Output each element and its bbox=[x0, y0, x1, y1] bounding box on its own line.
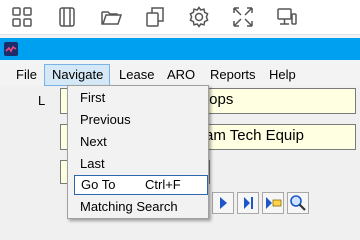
field-label: L bbox=[38, 93, 46, 108]
menu-item-first[interactable]: First bbox=[68, 88, 208, 108]
last-record-icon bbox=[244, 197, 253, 209]
menu-item-last[interactable]: Last bbox=[68, 154, 208, 174]
new-record-icon bbox=[266, 197, 282, 209]
menu-aro[interactable]: ARO bbox=[160, 64, 202, 86]
menu-item-matching-search[interactable]: Matching Search bbox=[68, 197, 208, 217]
last-record-button[interactable] bbox=[237, 192, 259, 214]
navigate-dropdown-menu: First Previous Next Last Go To Ctrl+F Ma… bbox=[67, 85, 209, 219]
gear-icon[interactable] bbox=[187, 5, 211, 29]
search-button[interactable] bbox=[287, 192, 309, 214]
devices-icon[interactable] bbox=[275, 5, 299, 29]
folder-open-icon[interactable] bbox=[99, 5, 123, 29]
top-toolbar bbox=[0, 0, 360, 35]
next-record-button[interactable] bbox=[212, 192, 234, 214]
menu-item-label: Previous bbox=[80, 112, 131, 127]
new-record-button[interactable] bbox=[262, 192, 284, 214]
search-icon bbox=[290, 195, 306, 211]
menu-item-label: First bbox=[80, 90, 106, 105]
menu-item-label: Matching Search bbox=[80, 199, 178, 214]
menu-bar: File Navigate Lease ARO Reports Help bbox=[0, 64, 360, 86]
copy-icon[interactable] bbox=[143, 5, 167, 29]
menu-item-label: Next bbox=[80, 134, 107, 149]
menu-navigate[interactable]: Navigate bbox=[44, 64, 110, 86]
menu-item-go-to[interactable]: Go To Ctrl+F bbox=[74, 175, 208, 195]
grid-icon[interactable] bbox=[10, 5, 34, 29]
window-titlebar bbox=[0, 38, 360, 60]
menu-item-previous[interactable]: Previous bbox=[68, 110, 208, 130]
next-record-icon bbox=[220, 197, 227, 209]
menu-item-next[interactable]: Next bbox=[68, 132, 208, 152]
menu-item-label: Last bbox=[80, 156, 105, 171]
expand-icon[interactable] bbox=[231, 5, 255, 29]
tablet-icon[interactable] bbox=[55, 5, 79, 29]
menu-item-shortcut: Ctrl+F bbox=[145, 177, 181, 192]
menu-reports[interactable]: Reports bbox=[203, 64, 263, 86]
menu-lease[interactable]: Lease bbox=[112, 64, 161, 86]
app-icon bbox=[4, 42, 18, 56]
menu-help[interactable]: Help bbox=[262, 64, 303, 86]
menu-file[interactable]: File bbox=[9, 64, 44, 86]
menu-item-label: Go To bbox=[81, 177, 116, 192]
